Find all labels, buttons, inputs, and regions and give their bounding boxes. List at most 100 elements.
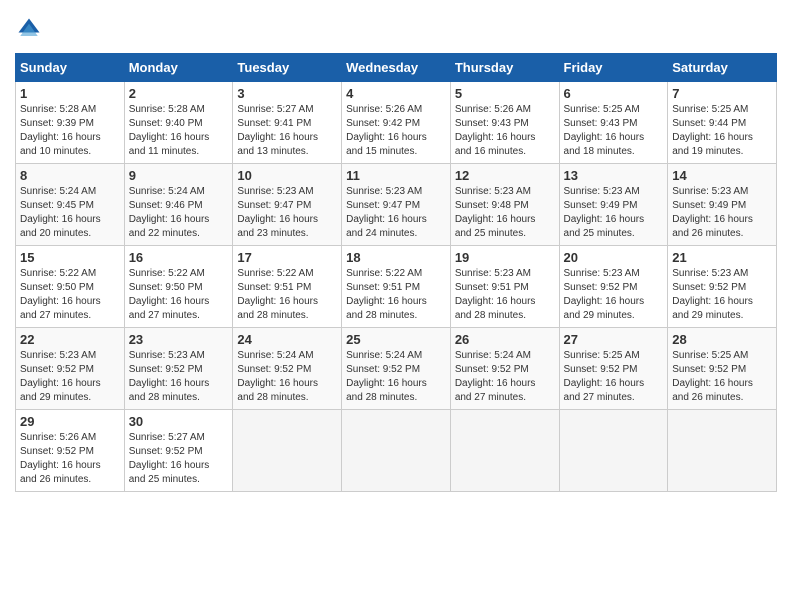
calendar-cell: 1 Sunrise: 5:28 AM Sunset: 9:39 PM Dayli… — [16, 82, 125, 164]
calendar-week-row: 22 Sunrise: 5:23 AM Sunset: 9:52 PM Dayl… — [16, 328, 777, 410]
day-number: 20 — [564, 250, 664, 265]
day-number: 8 — [20, 168, 120, 183]
calendar-cell: 10 Sunrise: 5:23 AM Sunset: 9:47 PM Dayl… — [233, 164, 342, 246]
col-sunday: Sunday — [16, 54, 125, 82]
calendar-cell: 27 Sunrise: 5:25 AM Sunset: 9:52 PM Dayl… — [559, 328, 668, 410]
calendar-cell: 22 Sunrise: 5:23 AM Sunset: 9:52 PM Dayl… — [16, 328, 125, 410]
page-container: Sunday Monday Tuesday Wednesday Thursday… — [15, 15, 777, 492]
logo — [15, 15, 47, 43]
day-info: Sunrise: 5:22 AM Sunset: 9:51 PM Dayligh… — [346, 267, 446, 323]
calendar-cell — [450, 410, 559, 492]
day-info: Sunrise: 5:25 AM Sunset: 9:44 PM Dayligh… — [672, 103, 772, 159]
calendar-cell: 30 Sunrise: 5:27 AM Sunset: 9:52 PM Dayl… — [124, 410, 233, 492]
day-number: 22 — [20, 332, 120, 347]
day-info: Sunrise: 5:23 AM Sunset: 9:52 PM Dayligh… — [672, 267, 772, 323]
calendar-cell: 7 Sunrise: 5:25 AM Sunset: 9:44 PM Dayli… — [668, 82, 777, 164]
day-number: 23 — [129, 332, 229, 347]
day-number: 26 — [455, 332, 555, 347]
day-number: 1 — [20, 86, 120, 101]
day-number: 10 — [237, 168, 337, 183]
calendar-cell: 18 Sunrise: 5:22 AM Sunset: 9:51 PM Dayl… — [342, 246, 451, 328]
calendar-cell: 16 Sunrise: 5:22 AM Sunset: 9:50 PM Dayl… — [124, 246, 233, 328]
day-info: Sunrise: 5:23 AM Sunset: 9:48 PM Dayligh… — [455, 185, 555, 241]
day-number: 16 — [129, 250, 229, 265]
calendar-cell: 6 Sunrise: 5:25 AM Sunset: 9:43 PM Dayli… — [559, 82, 668, 164]
calendar-cell: 29 Sunrise: 5:26 AM Sunset: 9:52 PM Dayl… — [16, 410, 125, 492]
day-info: Sunrise: 5:25 AM Sunset: 9:52 PM Dayligh… — [564, 349, 664, 405]
day-number: 2 — [129, 86, 229, 101]
calendar-cell: 24 Sunrise: 5:24 AM Sunset: 9:52 PM Dayl… — [233, 328, 342, 410]
calendar-week-row: 8 Sunrise: 5:24 AM Sunset: 9:45 PM Dayli… — [16, 164, 777, 246]
day-number: 9 — [129, 168, 229, 183]
day-number: 18 — [346, 250, 446, 265]
header-row: Sunday Monday Tuesday Wednesday Thursday… — [16, 54, 777, 82]
day-number: 17 — [237, 250, 337, 265]
calendar-cell: 25 Sunrise: 5:24 AM Sunset: 9:52 PM Dayl… — [342, 328, 451, 410]
day-number: 24 — [237, 332, 337, 347]
calendar-cell: 9 Sunrise: 5:24 AM Sunset: 9:46 PM Dayli… — [124, 164, 233, 246]
day-number: 13 — [564, 168, 664, 183]
calendar-cell: 2 Sunrise: 5:28 AM Sunset: 9:40 PM Dayli… — [124, 82, 233, 164]
day-info: Sunrise: 5:28 AM Sunset: 9:39 PM Dayligh… — [20, 103, 120, 159]
day-number: 4 — [346, 86, 446, 101]
day-number: 7 — [672, 86, 772, 101]
day-info: Sunrise: 5:24 AM Sunset: 9:52 PM Dayligh… — [455, 349, 555, 405]
col-wednesday: Wednesday — [342, 54, 451, 82]
col-friday: Friday — [559, 54, 668, 82]
day-number: 14 — [672, 168, 772, 183]
day-number: 19 — [455, 250, 555, 265]
day-info: Sunrise: 5:23 AM Sunset: 9:47 PM Dayligh… — [346, 185, 446, 241]
day-number: 11 — [346, 168, 446, 183]
day-info: Sunrise: 5:23 AM Sunset: 9:52 PM Dayligh… — [20, 349, 120, 405]
calendar-cell: 28 Sunrise: 5:25 AM Sunset: 9:52 PM Dayl… — [668, 328, 777, 410]
day-info: Sunrise: 5:26 AM Sunset: 9:52 PM Dayligh… — [20, 431, 120, 487]
day-info: Sunrise: 5:23 AM Sunset: 9:49 PM Dayligh… — [672, 185, 772, 241]
calendar-cell: 12 Sunrise: 5:23 AM Sunset: 9:48 PM Dayl… — [450, 164, 559, 246]
day-info: Sunrise: 5:28 AM Sunset: 9:40 PM Dayligh… — [129, 103, 229, 159]
day-info: Sunrise: 5:25 AM Sunset: 9:43 PM Dayligh… — [564, 103, 664, 159]
day-info: Sunrise: 5:24 AM Sunset: 9:52 PM Dayligh… — [237, 349, 337, 405]
day-info: Sunrise: 5:23 AM Sunset: 9:52 PM Dayligh… — [129, 349, 229, 405]
day-number: 12 — [455, 168, 555, 183]
calendar-cell: 14 Sunrise: 5:23 AM Sunset: 9:49 PM Dayl… — [668, 164, 777, 246]
logo-icon — [15, 15, 43, 43]
day-number: 30 — [129, 414, 229, 429]
day-info: Sunrise: 5:23 AM Sunset: 9:47 PM Dayligh… — [237, 185, 337, 241]
col-saturday: Saturday — [668, 54, 777, 82]
day-info: Sunrise: 5:27 AM Sunset: 9:41 PM Dayligh… — [237, 103, 337, 159]
day-number: 5 — [455, 86, 555, 101]
day-info: Sunrise: 5:22 AM Sunset: 9:51 PM Dayligh… — [237, 267, 337, 323]
col-tuesday: Tuesday — [233, 54, 342, 82]
day-info: Sunrise: 5:24 AM Sunset: 9:45 PM Dayligh… — [20, 185, 120, 241]
calendar-table: Sunday Monday Tuesday Wednesday Thursday… — [15, 53, 777, 492]
day-info: Sunrise: 5:26 AM Sunset: 9:43 PM Dayligh… — [455, 103, 555, 159]
calendar-cell: 26 Sunrise: 5:24 AM Sunset: 9:52 PM Dayl… — [450, 328, 559, 410]
calendar-cell: 15 Sunrise: 5:22 AM Sunset: 9:50 PM Dayl… — [16, 246, 125, 328]
calendar-week-row: 1 Sunrise: 5:28 AM Sunset: 9:39 PM Dayli… — [16, 82, 777, 164]
calendar-cell: 8 Sunrise: 5:24 AM Sunset: 9:45 PM Dayli… — [16, 164, 125, 246]
calendar-cell: 13 Sunrise: 5:23 AM Sunset: 9:49 PM Dayl… — [559, 164, 668, 246]
day-number: 21 — [672, 250, 772, 265]
calendar-cell — [342, 410, 451, 492]
day-info: Sunrise: 5:22 AM Sunset: 9:50 PM Dayligh… — [129, 267, 229, 323]
calendar-cell: 4 Sunrise: 5:26 AM Sunset: 9:42 PM Dayli… — [342, 82, 451, 164]
calendar-week-row: 15 Sunrise: 5:22 AM Sunset: 9:50 PM Dayl… — [16, 246, 777, 328]
day-info: Sunrise: 5:24 AM Sunset: 9:46 PM Dayligh… — [129, 185, 229, 241]
calendar-cell: 17 Sunrise: 5:22 AM Sunset: 9:51 PM Dayl… — [233, 246, 342, 328]
calendar-week-row: 29 Sunrise: 5:26 AM Sunset: 9:52 PM Dayl… — [16, 410, 777, 492]
calendar-cell: 20 Sunrise: 5:23 AM Sunset: 9:52 PM Dayl… — [559, 246, 668, 328]
calendar-cell — [233, 410, 342, 492]
calendar-cell: 11 Sunrise: 5:23 AM Sunset: 9:47 PM Dayl… — [342, 164, 451, 246]
day-info: Sunrise: 5:22 AM Sunset: 9:50 PM Dayligh… — [20, 267, 120, 323]
day-info: Sunrise: 5:27 AM Sunset: 9:52 PM Dayligh… — [129, 431, 229, 487]
calendar-cell — [559, 410, 668, 492]
header — [15, 15, 777, 43]
calendar-cell: 23 Sunrise: 5:23 AM Sunset: 9:52 PM Dayl… — [124, 328, 233, 410]
day-info: Sunrise: 5:23 AM Sunset: 9:52 PM Dayligh… — [564, 267, 664, 323]
col-thursday: Thursday — [450, 54, 559, 82]
day-number: 28 — [672, 332, 772, 347]
calendar-cell: 21 Sunrise: 5:23 AM Sunset: 9:52 PM Dayl… — [668, 246, 777, 328]
day-info: Sunrise: 5:26 AM Sunset: 9:42 PM Dayligh… — [346, 103, 446, 159]
calendar-cell: 5 Sunrise: 5:26 AM Sunset: 9:43 PM Dayli… — [450, 82, 559, 164]
day-info: Sunrise: 5:24 AM Sunset: 9:52 PM Dayligh… — [346, 349, 446, 405]
